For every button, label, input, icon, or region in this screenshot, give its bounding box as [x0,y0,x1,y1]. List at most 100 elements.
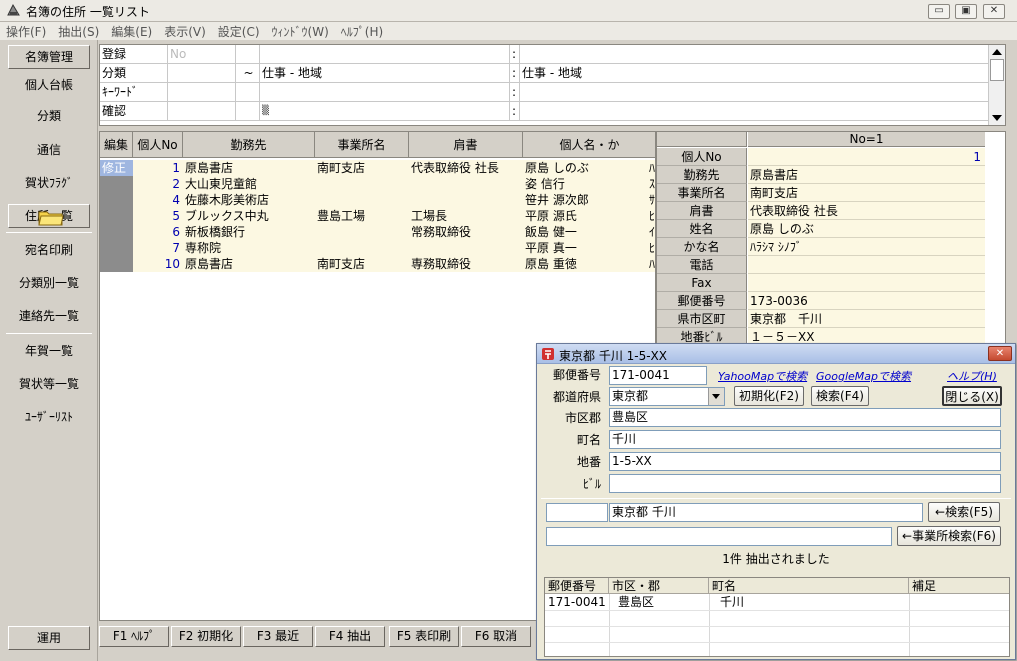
nav-gajo-flag[interactable]: 賀状ﾌﾗｸﾞ [8,171,90,195]
grid-cell-office[interactable] [315,240,409,256]
detail-value[interactable]: 原島 しのぶ [748,220,985,238]
grid-cell-company[interactable]: 新板橋銀行 [183,224,315,240]
grid-cell-edit[interactable] [100,208,133,224]
grid-cell-title[interactable]: 常務取締役 [409,224,523,240]
pref-select[interactable]: 東京都 [609,387,725,406]
banchi-input[interactable]: 1-5-XX [609,452,1001,471]
col-header-company[interactable]: 勤務先 [183,132,315,158]
search-back-button[interactable]: ←検索(F5) [928,502,1000,522]
grid-cell-name[interactable]: 平原 源氏 [523,208,647,224]
detail-value[interactable]: 代表取締役 社長 [748,202,985,220]
detail-value[interactable]: 1 [748,148,985,166]
grid-row[interactable]: 5 ブルックス中丸 豊島工場 工場長 平原 源氏ﾋ [100,208,655,224]
bldg-input[interactable] [609,474,1001,493]
dialog-close-button[interactable]: 閉じる(X) [942,386,1002,406]
grid-cell-extra[interactable]: ﾊ [647,256,655,272]
grid-cell-company[interactable]: ブルックス中丸 [183,208,315,224]
filter-scrollbar[interactable] [988,45,1005,125]
grid-row[interactable]: 7 専称院 平原 真一ﾋ [100,240,655,256]
detail-value[interactable]: 南町支店 [748,184,985,202]
result-header-zip[interactable]: 郵便番号 [545,578,609,594]
google-map-link[interactable]: GoogleMapで検索 [816,368,911,384]
nav-user-list[interactable]: ﾕｰｻﾞｰﾘｽﾄ [8,405,90,429]
grid-cell-no[interactable]: 2 [133,176,183,192]
grid-cell-edit[interactable] [100,192,133,208]
menu-edit[interactable]: 編集(E) [105,22,158,41]
grid-cell-name[interactable]: 原島 重徳 [523,256,647,272]
grid-cell-company[interactable]: 大山東児童館 [183,176,315,192]
init-button[interactable]: 初期化(F2) [734,386,804,406]
col-header-no[interactable]: 個人No [133,132,183,158]
nav-bunruibetsu-ichiran[interactable]: 分類別一覧 [8,271,90,295]
menu-window[interactable]: ｳｨﾝﾄﾞｳ(W) [266,22,335,41]
grid-cell-edit[interactable] [100,240,133,256]
grid-cell-office[interactable]: 豊島工場 [315,208,409,224]
nav-meibo-kanri[interactable]: 名簿管理 [8,45,90,69]
result-header-note[interactable]: 補足 [909,578,1009,594]
detail-value[interactable] [748,256,985,274]
grid-cell-office[interactable]: 南町支店 [315,160,409,176]
col-header-edit[interactable]: 編集 [100,132,133,158]
menu-view[interactable]: 表示(V) [158,22,212,41]
grid-cell-edit[interactable] [100,176,133,192]
grid-cell-company[interactable]: 原島書店 [183,256,315,272]
grid-cell-title[interactable] [409,240,523,256]
grid-cell-no[interactable]: 6 [133,224,183,240]
detail-value[interactable]: ﾊﾗｼﾏ ｼﾉﾌﾞ [748,238,985,256]
grid-cell-title[interactable] [409,192,523,208]
grid-cell-extra[interactable]: ｲ [647,224,655,240]
city-input[interactable]: 豊島区 [609,408,1001,427]
grid-cell-company[interactable]: 原島書店 [183,160,315,176]
office-search-button[interactable]: ←事業所検索(F6) [897,526,1001,546]
grid-cell-name[interactable]: 姿 信行 [523,176,647,192]
menu-settings[interactable]: 設定(C) [212,22,266,41]
nav-kojin-daicho[interactable]: 個人台帳 [8,73,90,97]
help-link[interactable]: ヘルプ(H) [947,368,997,384]
grid-row[interactable]: 2 大山東児童館 姿 信行ｽ [100,176,655,192]
result-header-town[interactable]: 町名 [709,578,909,594]
class-to-input[interactable]: 仕事 - 地域 [520,64,820,82]
grid-cell-no[interactable]: 4 [133,192,183,208]
dropdown-button[interactable] [708,388,724,405]
nav-nenga-ichiran[interactable]: 年賀一覧 [8,339,90,363]
grid-row[interactable]: 10 原島書店 南町支店 専務取締役 原島 重徳ﾊ [100,256,655,272]
result-city[interactable]: 豊島区 [615,594,654,610]
town-input[interactable]: 千川 [609,430,1001,449]
f2-init-button[interactable]: F2 初期化 [171,626,241,647]
col-header-office[interactable]: 事業所名 [315,132,409,158]
grid-cell-no[interactable]: 5 [133,208,183,224]
filter-cell[interactable] [260,45,510,63]
minimize-button[interactable]: ▭ [928,4,950,19]
scroll-down-icon[interactable] [992,115,1002,121]
filter-cell[interactable] [168,64,236,82]
grid-cell-extra[interactable]: ﾋ [647,240,655,256]
grid-cell-title[interactable] [409,176,523,192]
grid-cell-name[interactable]: 平原 真一 [523,240,647,256]
search-code-input[interactable] [546,503,608,522]
menu-extract[interactable]: 抽出(S) [52,22,105,41]
grid-cell-edit[interactable] [100,256,133,272]
grid-cell-edit[interactable] [100,224,133,240]
f5-print-button[interactable]: F5 表印刷 [389,626,459,647]
grid-row[interactable]: 修正 1 原島書店 南町支店 代表取締役 社長 原島 しのぶﾊ [100,160,655,176]
f4-extract-button[interactable]: F4 抽出 [315,626,385,647]
grid-cell-office[interactable] [315,192,409,208]
grid-cell-office[interactable] [315,176,409,192]
search-address-input[interactable]: 東京都 千川 [609,503,923,522]
grid-cell-title[interactable]: 代表取締役 社長 [409,160,523,176]
grid-cell-office[interactable] [315,224,409,240]
f6-cancel-button[interactable]: F6 取消 [461,626,531,647]
grid-cell-extra[interactable]: ﾋ [647,208,655,224]
search-button[interactable]: 検索(F4) [811,386,869,406]
result-note[interactable] [913,594,916,610]
grid-cell-company[interactable]: 専称院 [183,240,315,256]
detail-value[interactable]: 原島書店 [748,166,985,184]
nav-gajo-ichiran[interactable]: 賀状等一覧 [8,372,90,396]
scroll-thumb[interactable] [990,59,1004,81]
f1-help-button[interactable]: F1 ﾍﾙﾌﾟ [99,626,169,647]
close-button[interactable]: ✕ [983,4,1005,19]
col-header-title[interactable]: 肩書 [409,132,523,158]
grid-cell-no[interactable]: 7 [133,240,183,256]
no-input[interactable]: No [168,45,236,63]
filter-cell[interactable] [168,102,236,120]
